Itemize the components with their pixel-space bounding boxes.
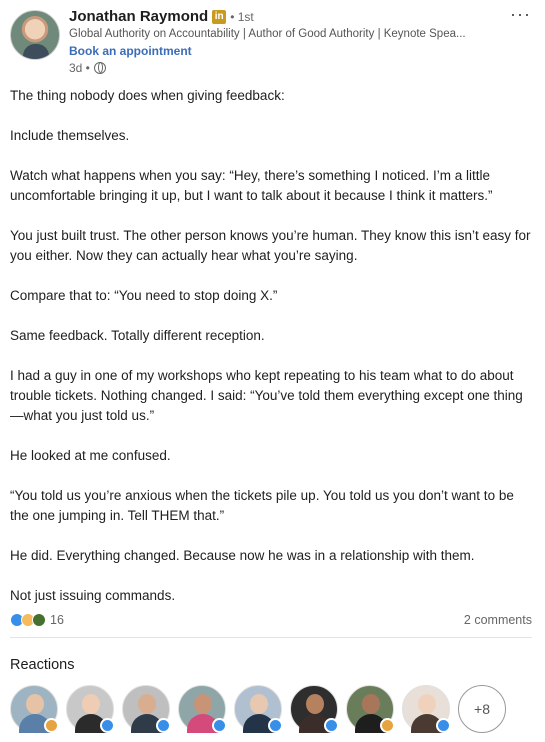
author-name-row: Jonathan Raymond in • 1st	[69, 8, 254, 25]
support-reaction-icon	[32, 613, 46, 627]
linkedin-badge-icon: in	[212, 9, 227, 24]
reactor-face	[418, 694, 436, 714]
post-paragraph: You just built trust. The other person k…	[10, 228, 531, 263]
reactor-list: +8	[10, 685, 506, 733]
author-headline: Global Authority on Accountability | Aut…	[69, 28, 466, 40]
post-paragraph: Not just issuing commands.	[10, 588, 176, 603]
more-options-button[interactable]: ···	[510, 4, 531, 25]
reactor-face	[194, 694, 212, 714]
social-counts: 16 2 comments	[10, 610, 532, 630]
reaction-count[interactable]: 16	[50, 613, 64, 627]
reactions-heading: Reactions	[10, 657, 75, 673]
insightful-badge-icon	[380, 718, 395, 733]
author-avatar[interactable]	[10, 10, 60, 60]
post-paragraph: “You told us you’re anxious when the tic…	[10, 488, 514, 523]
post-paragraph: He looked at me confused.	[10, 448, 171, 463]
like-badge-icon	[212, 718, 227, 733]
post-header: Jonathan Raymond in • 1st ··· Global Aut…	[10, 4, 535, 78]
insightful-badge-icon	[44, 718, 59, 733]
post-paragraph: He did. Everything changed. Because now …	[10, 548, 475, 563]
reactor-avatar[interactable]	[178, 685, 227, 733]
book-appointment-link[interactable]: Book an appointment	[69, 44, 192, 58]
reactor-avatar[interactable]	[346, 685, 395, 733]
reactor-face	[362, 694, 380, 714]
reactor-face	[306, 694, 324, 714]
reaction-summary[interactable]: 16	[10, 613, 64, 627]
globe-icon	[93, 62, 106, 74]
reactor-face	[250, 694, 268, 714]
post-meta: 3d •	[69, 61, 106, 75]
reactor-avatar[interactable]	[402, 685, 451, 733]
like-badge-icon	[156, 718, 171, 733]
reactor-avatar[interactable]	[234, 685, 283, 733]
post-paragraph: Compare that to: “You need to stop doing…	[10, 288, 278, 303]
author-name[interactable]: Jonathan Raymond	[69, 8, 208, 25]
post-paragraph: I had a guy in one of my workshops who k…	[10, 368, 523, 423]
post-paragraph: Watch what happens when you say: “Hey, t…	[10, 168, 493, 203]
reactor-face	[138, 694, 156, 714]
reactor-avatar[interactable]	[66, 685, 115, 733]
comments-count[interactable]: 2 comments	[464, 613, 532, 627]
like-badge-icon	[436, 718, 451, 733]
post-paragraph: Include themselves.	[10, 128, 130, 143]
reactor-face	[82, 694, 100, 714]
reactor-avatar[interactable]	[122, 685, 171, 733]
reactor-face	[26, 694, 44, 714]
connection-degree: • 1st	[230, 9, 254, 24]
post-body: The thing nobody does when giving feedba…	[10, 86, 535, 626]
post-paragraph: Same feedback. Totally different recepti…	[10, 328, 265, 343]
like-badge-icon	[268, 718, 283, 733]
post-time: 3d •	[69, 61, 90, 75]
more-reactors-button[interactable]: +8	[458, 685, 506, 733]
reactor-avatar[interactable]	[290, 685, 339, 733]
like-badge-icon	[100, 718, 115, 733]
reactor-avatar[interactable]	[10, 685, 59, 733]
like-badge-icon	[324, 718, 339, 733]
post-paragraph: The thing nobody does when giving feedba…	[10, 88, 285, 103]
divider	[10, 637, 532, 638]
